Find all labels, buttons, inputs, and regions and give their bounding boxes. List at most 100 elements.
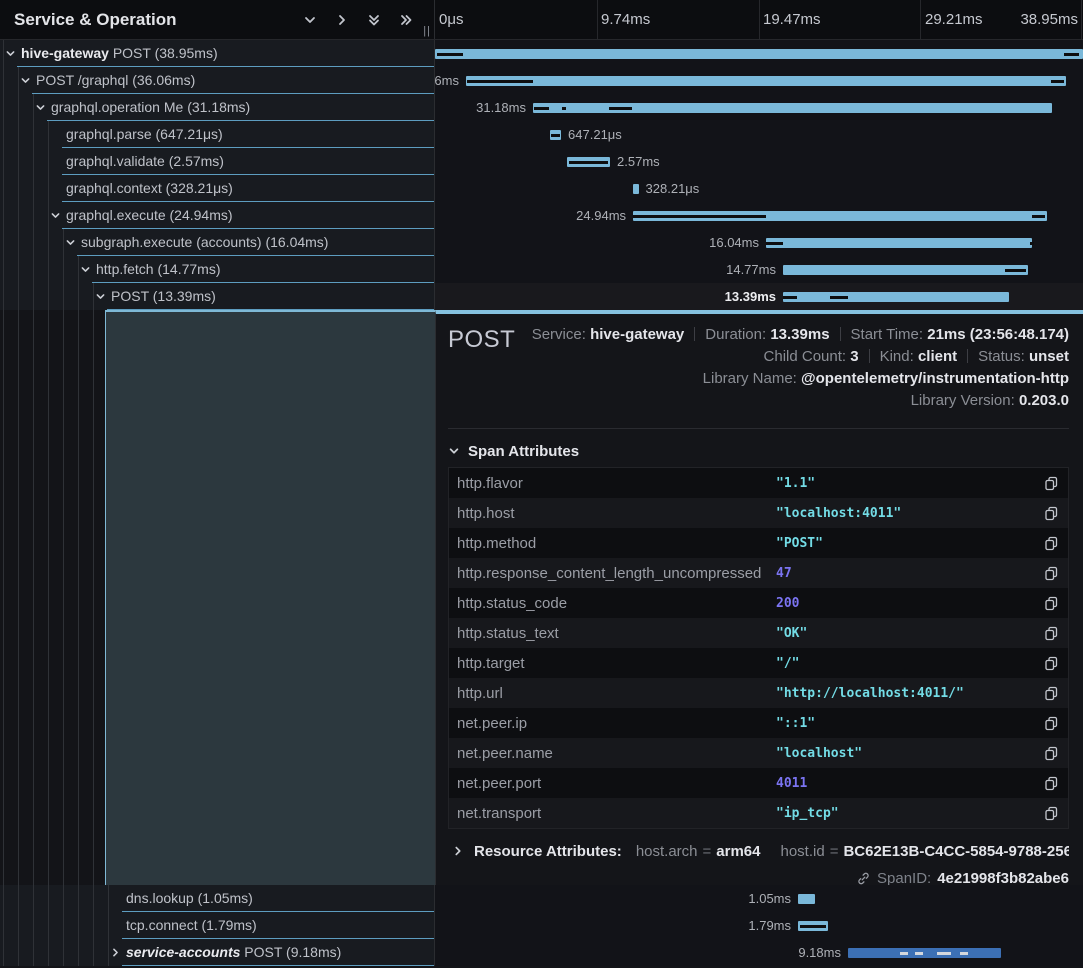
attribute-key: http.flavor	[457, 475, 776, 492]
chevron-down-icon[interactable]	[95, 283, 106, 310]
span-row: graphql.execute (24.94ms)24.94ms	[0, 202, 1083, 229]
copy-icon[interactable]	[1042, 716, 1060, 731]
span-bar[interactable]	[766, 238, 1032, 248]
span-tree-row[interactable]: dns.lookup (1.05ms)	[0, 885, 435, 912]
copy-icon[interactable]	[1042, 566, 1060, 581]
critical-path-segment	[783, 296, 797, 299]
double-chevron-down-icon[interactable]	[366, 12, 382, 28]
indent-guide	[48, 310, 49, 885]
span-attributes-toggle[interactable]: Span Attributes	[448, 441, 1069, 461]
span-timeline-row[interactable]: 2.57ms	[435, 148, 1083, 175]
span-bar[interactable]	[435, 49, 1083, 59]
copy-icon[interactable]	[1042, 776, 1060, 791]
span-timeline-row[interactable]: 14.77ms	[435, 256, 1083, 283]
chevron-down-icon[interactable]	[80, 256, 91, 283]
span-tree-row[interactable]: POST /graphql (36.06ms)	[0, 67, 435, 94]
span-timeline-row[interactable]: 38.95ms	[435, 40, 1083, 67]
span-timeline-row[interactable]: 328.21μs	[435, 175, 1083, 202]
span-timeline-row[interactable]: 16.04ms	[435, 229, 1083, 256]
span-bar[interactable]	[848, 948, 1001, 958]
span-bar[interactable]	[798, 894, 815, 904]
span-timeline-row[interactable]: 1.05ms	[435, 885, 1083, 912]
span-timeline-row[interactable]: 24.94ms	[435, 202, 1083, 229]
span-bar[interactable]	[783, 292, 1009, 302]
attribute-value: "/"	[776, 656, 1042, 671]
span-timeline-row[interactable]: 31.18ms	[435, 94, 1083, 121]
copy-icon[interactable]	[1042, 806, 1060, 821]
attribute-key: net.transport	[457, 805, 776, 822]
span-id-value: 4e21998f3b82abe6	[937, 870, 1069, 886]
indent-guide	[48, 175, 49, 202]
span-timeline-row[interactable]: 647.21μs	[435, 121, 1083, 148]
copy-icon[interactable]	[1042, 476, 1060, 491]
chevron-right-icon[interactable]	[334, 12, 350, 28]
page-title: Service & Operation	[14, 10, 302, 30]
copy-icon[interactable]	[1042, 506, 1060, 521]
timeline-tick: 0μs	[439, 0, 464, 39]
column-resize-handle[interactable]: ||	[423, 25, 431, 37]
chevron-right-icon[interactable]	[110, 939, 121, 966]
span-tree-row[interactable]: graphql.operation Me (31.18ms)	[0, 94, 435, 121]
chevron-down-icon[interactable]	[302, 12, 318, 28]
span-overview-line: Library Name: @opentelemetry/instrumenta…	[515, 368, 1069, 390]
overview-value: 13.39ms	[770, 326, 829, 343]
double-chevron-right-icon[interactable]	[398, 12, 414, 28]
indent-guide	[78, 885, 79, 912]
hidden-children-marker	[937, 952, 951, 955]
indent-guide	[3, 67, 4, 94]
span-tree-row[interactable]: tcp.connect (1.79ms)	[0, 912, 435, 939]
attribute-row: http.response_content_length_uncompresse…	[449, 558, 1068, 588]
span-duration-label: 36.06ms	[435, 67, 459, 94]
chevron-down-icon	[448, 445, 460, 457]
span-tree-row[interactable]: graphql.validate (2.57ms)	[0, 148, 435, 175]
service-name: hive-gateway	[21, 45, 109, 61]
span-bar[interactable]	[633, 184, 639, 194]
span-tree-row[interactable]: subgraph.execute (accounts) (16.04ms)	[0, 229, 435, 256]
attribute-key: http.status_text	[457, 625, 776, 642]
attribute-value: "localhost:4011"	[776, 506, 1042, 521]
selected-span-highlight	[105, 310, 435, 885]
copy-icon[interactable]	[1042, 686, 1060, 701]
span-duration-label: 14.77ms	[726, 256, 776, 283]
trace-viewer: Service & Operation || 0μs 9.74ms 19	[0, 0, 1083, 968]
copy-icon[interactable]	[1042, 596, 1060, 611]
span-timeline-row[interactable]: 13.39ms	[435, 283, 1083, 310]
span-timeline-row[interactable]: 9.18ms	[435, 939, 1083, 966]
copy-icon[interactable]	[1042, 626, 1060, 641]
chevron-down-icon[interactable]	[5, 40, 16, 67]
span-tree-row[interactable]: http.fetch (14.77ms)	[0, 256, 435, 283]
copy-icon[interactable]	[1042, 746, 1060, 761]
span-tree-row[interactable]: graphql.execute (24.94ms)	[0, 202, 435, 229]
indent-guide	[18, 94, 19, 121]
attribute-value: "ip_tcp"	[776, 806, 1042, 821]
span-tree-row[interactable]: hive-gateway POST (38.95ms)	[0, 40, 435, 67]
critical-path-segment	[1005, 269, 1026, 272]
span-bar[interactable]	[466, 76, 1066, 86]
span-overview: Service: hive-gatewayDuration: 13.39msSt…	[515, 324, 1069, 412]
link-icon[interactable]	[856, 871, 871, 886]
operation-name: graphql.validate (2.57ms)	[66, 153, 224, 169]
copy-icon[interactable]	[1042, 536, 1060, 551]
span-tree-row[interactable]: POST (13.39ms)	[0, 283, 435, 310]
span-timeline-row[interactable]: 36.06ms	[435, 67, 1083, 94]
span-tree-row[interactable]: service-accounts POST (9.18ms)	[0, 939, 435, 966]
span-tree-row[interactable]: graphql.context (328.21μs)	[0, 175, 435, 202]
timeline-ruler: 0μs 9.74ms 19.47ms 29.21ms 38.95ms	[435, 0, 1083, 39]
chevron-down-icon[interactable]	[35, 94, 46, 121]
chevron-down-icon[interactable]	[65, 229, 76, 256]
span-tree-row[interactable]: graphql.parse (647.21μs)	[0, 121, 435, 148]
timeline-tick: 38.95ms	[1020, 0, 1078, 39]
resource-value: arm64	[716, 843, 760, 860]
indent-guide	[33, 256, 34, 283]
copy-icon[interactable]	[1042, 656, 1060, 671]
attribute-row: net.peer.port4011	[449, 768, 1068, 798]
indent-guide	[63, 310, 64, 885]
span-bar[interactable]	[783, 265, 1028, 275]
attribute-value: "localhost"	[776, 746, 1042, 761]
chevron-down-icon[interactable]	[50, 202, 61, 229]
indent-guide	[18, 121, 19, 148]
chevron-right-icon[interactable]	[452, 845, 464, 857]
span-timeline-row[interactable]: 1.79ms	[435, 912, 1083, 939]
chevron-down-icon[interactable]	[20, 67, 31, 94]
indent-guide	[63, 256, 64, 283]
